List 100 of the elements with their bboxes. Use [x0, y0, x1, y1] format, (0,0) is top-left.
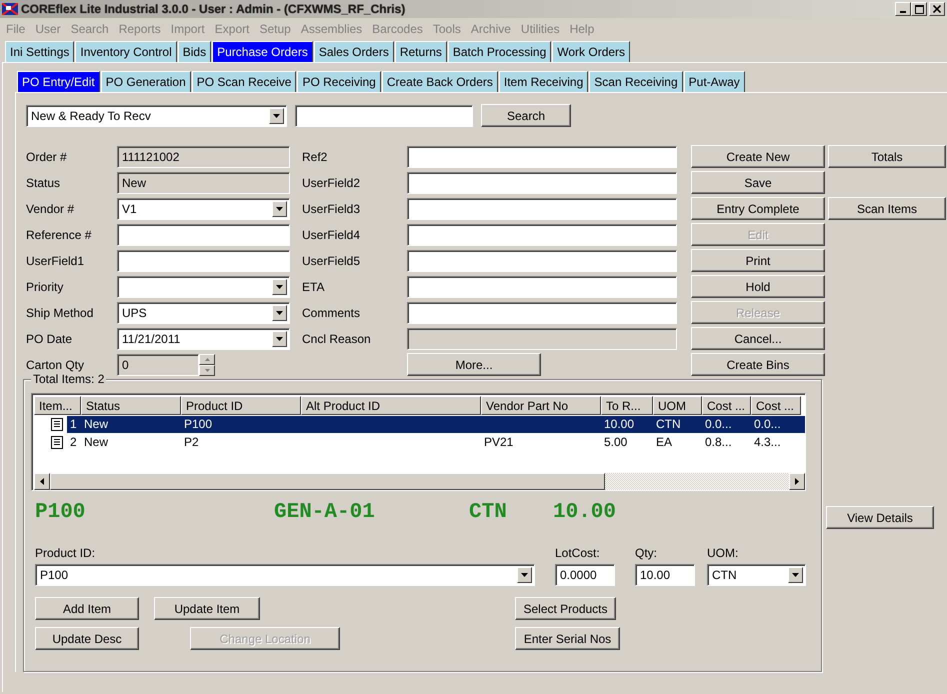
dropdown-button[interactable]	[272, 330, 287, 346]
dropdown-button[interactable]	[788, 567, 803, 583]
input-field[interactable]	[407, 198, 677, 220]
qty-field[interactable]: 10.00	[635, 564, 695, 586]
tab[interactable]: Sales Orders	[314, 41, 394, 62]
tab[interactable]: Inventory Control	[75, 41, 177, 62]
dropdown-field[interactable]: 11/21/2011	[117, 328, 290, 350]
column-header[interactable]: Item...	[34, 396, 81, 415]
tab[interactable]: PO Entry/Edit	[17, 71, 100, 92]
action-button[interactable]: Save	[691, 171, 825, 194]
input-field[interactable]	[407, 302, 677, 324]
item-button[interactable]: Enter Serial Nos	[515, 627, 620, 650]
view-details-button[interactable]: View Details	[826, 506, 934, 529]
horizontal-scrollbar[interactable]	[34, 473, 805, 490]
scrollbar-thumb[interactable]	[50, 473, 605, 490]
input-field[interactable]	[117, 250, 290, 272]
action-button[interactable]: Cancel...	[691, 327, 825, 350]
input-field[interactable]	[407, 146, 677, 168]
column-header[interactable]: Cost ...	[751, 396, 801, 415]
table-cell: 4.3...	[754, 435, 781, 449]
field-label: UserField5	[302, 254, 362, 268]
tab[interactable]: Put-Away	[684, 71, 745, 92]
tab[interactable]: Purchase Orders	[212, 41, 313, 62]
field-label: Carton Qty	[26, 358, 86, 372]
column-header[interactable]: Status	[81, 396, 181, 415]
product-dropdown[interactable]: P100	[35, 564, 535, 586]
input-field[interactable]	[407, 172, 677, 194]
action-button[interactable]: Entry Complete	[691, 197, 825, 220]
minimize-button[interactable]	[895, 2, 911, 16]
column-header[interactable]: Alt Product ID	[301, 396, 481, 415]
caret-icon	[273, 114, 280, 118]
input-field[interactable]	[117, 224, 290, 246]
close-icon	[933, 5, 941, 13]
column-header[interactable]: Vendor Part No	[481, 396, 601, 415]
column-header[interactable]: To R...	[601, 396, 653, 415]
maximize-button[interactable]	[911, 2, 927, 16]
flag-icon	[2, 3, 18, 15]
field-label: UOM:	[707, 546, 740, 560]
field-label: UserField3	[302, 202, 362, 216]
tab[interactable]: Ini Settings	[5, 41, 74, 62]
list-row[interactable]: 1 New P100 10.00 CTN 0.0... 0.0...	[67, 416, 805, 432]
table-cell: EA	[656, 435, 672, 449]
spin-buttons[interactable]	[199, 354, 215, 376]
tab[interactable]: Item Receiving	[498, 71, 588, 92]
uom-dropdown[interactable]: CTN	[707, 564, 806, 586]
item-button[interactable]: Update Item	[154, 597, 260, 620]
more-button[interactable]: More...	[407, 353, 541, 376]
field-label: Status	[26, 176, 62, 190]
action-button[interactable]: Scan Items	[828, 197, 946, 220]
tab[interactable]: Batch Processing	[448, 41, 552, 62]
tab[interactable]: Create Back Orders	[382, 71, 498, 92]
spin-field[interactable]: 0	[117, 354, 199, 376]
dropdown-button[interactable]	[517, 567, 532, 583]
item-button[interactable]: Add Item	[35, 597, 139, 620]
table-cell: 0.0...	[705, 417, 732, 431]
input-field[interactable]	[407, 276, 677, 298]
close-button[interactable]	[929, 2, 945, 16]
tab[interactable]: Work Orders	[552, 41, 630, 62]
item-button[interactable]: Update Desc	[35, 627, 139, 650]
caret-icon	[276, 310, 283, 314]
tab[interactable]: PO Receiving	[297, 71, 381, 92]
window-title: COREflex Lite Industrial 3.0.0 - User : Admin - (CFXWMS_RF_Chris)	[21, 2, 406, 16]
column-header[interactable]: Product ID	[181, 396, 301, 415]
status-filter-dropdown[interactable]: New & Ready To Recv	[26, 104, 287, 126]
lot-cost-field[interactable]: 0.0000	[555, 564, 615, 586]
column-header[interactable]: Cost ...	[702, 396, 751, 415]
action-button[interactable]: Create New	[691, 145, 825, 168]
field-label: Ship Method	[26, 306, 94, 320]
action-button[interactable]: Totals	[828, 145, 946, 168]
dropdown-field[interactable]: UPS	[117, 302, 290, 324]
search-button[interactable]: Search	[481, 104, 571, 127]
table-cell: 10.00	[604, 417, 634, 431]
field-label: Ref2	[302, 150, 328, 164]
search-field[interactable]	[295, 104, 473, 126]
field-label: LotCost:	[555, 546, 601, 560]
dropdown-field[interactable]	[117, 276, 290, 298]
list-row[interactable]: 2 New P2 PV21 5.00 EA 0.8... 4.3...	[67, 434, 805, 450]
dropdown-button[interactable]	[272, 278, 287, 294]
up-arrow-icon	[204, 358, 210, 360]
tab[interactable]: PO Scan Receive	[192, 71, 296, 92]
dropdown-button[interactable]	[272, 200, 287, 216]
dropdown-field[interactable]: V1	[117, 198, 290, 220]
dropdown-button[interactable]	[272, 304, 287, 320]
document-icon	[51, 436, 63, 448]
action-button[interactable]: Print	[691, 249, 825, 272]
tab[interactable]: PO Generation	[100, 71, 191, 92]
item-button[interactable]: Select Products	[515, 597, 616, 620]
column-header[interactable]: UOM	[653, 396, 702, 415]
table-cell: New	[84, 435, 108, 449]
action-button[interactable]: Create Bins	[691, 353, 825, 376]
tab[interactable]: Bids	[178, 41, 212, 62]
caret-icon	[792, 573, 799, 577]
tab[interactable]: Returns	[394, 41, 447, 62]
dropdown-button[interactable]	[269, 108, 284, 124]
table-cell: P2	[184, 435, 199, 449]
action-button[interactable]: Hold	[691, 275, 825, 298]
input-field[interactable]	[407, 250, 677, 272]
input-field[interactable]	[407, 224, 677, 246]
maximize-icon	[914, 4, 924, 14]
tab[interactable]: Scan Receiving	[589, 71, 683, 92]
